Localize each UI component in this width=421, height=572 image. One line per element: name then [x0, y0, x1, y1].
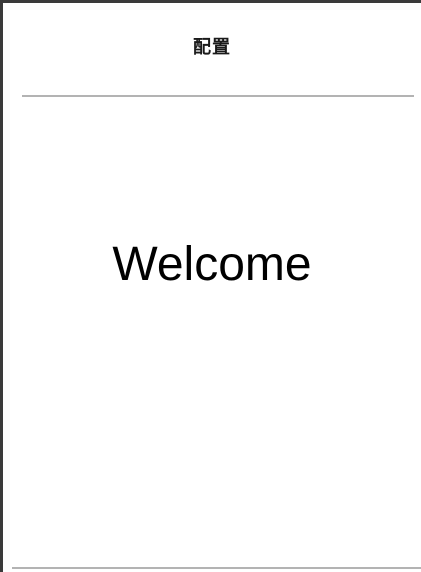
main-content: Welcome [3, 97, 421, 571]
bottom-divider [12, 567, 421, 569]
navigation-bar: 配置 [3, 3, 421, 95]
page-title: 配置 [193, 37, 231, 58]
app-window: 配置 Welcome [0, 0, 421, 572]
welcome-text: Welcome [112, 238, 312, 291]
